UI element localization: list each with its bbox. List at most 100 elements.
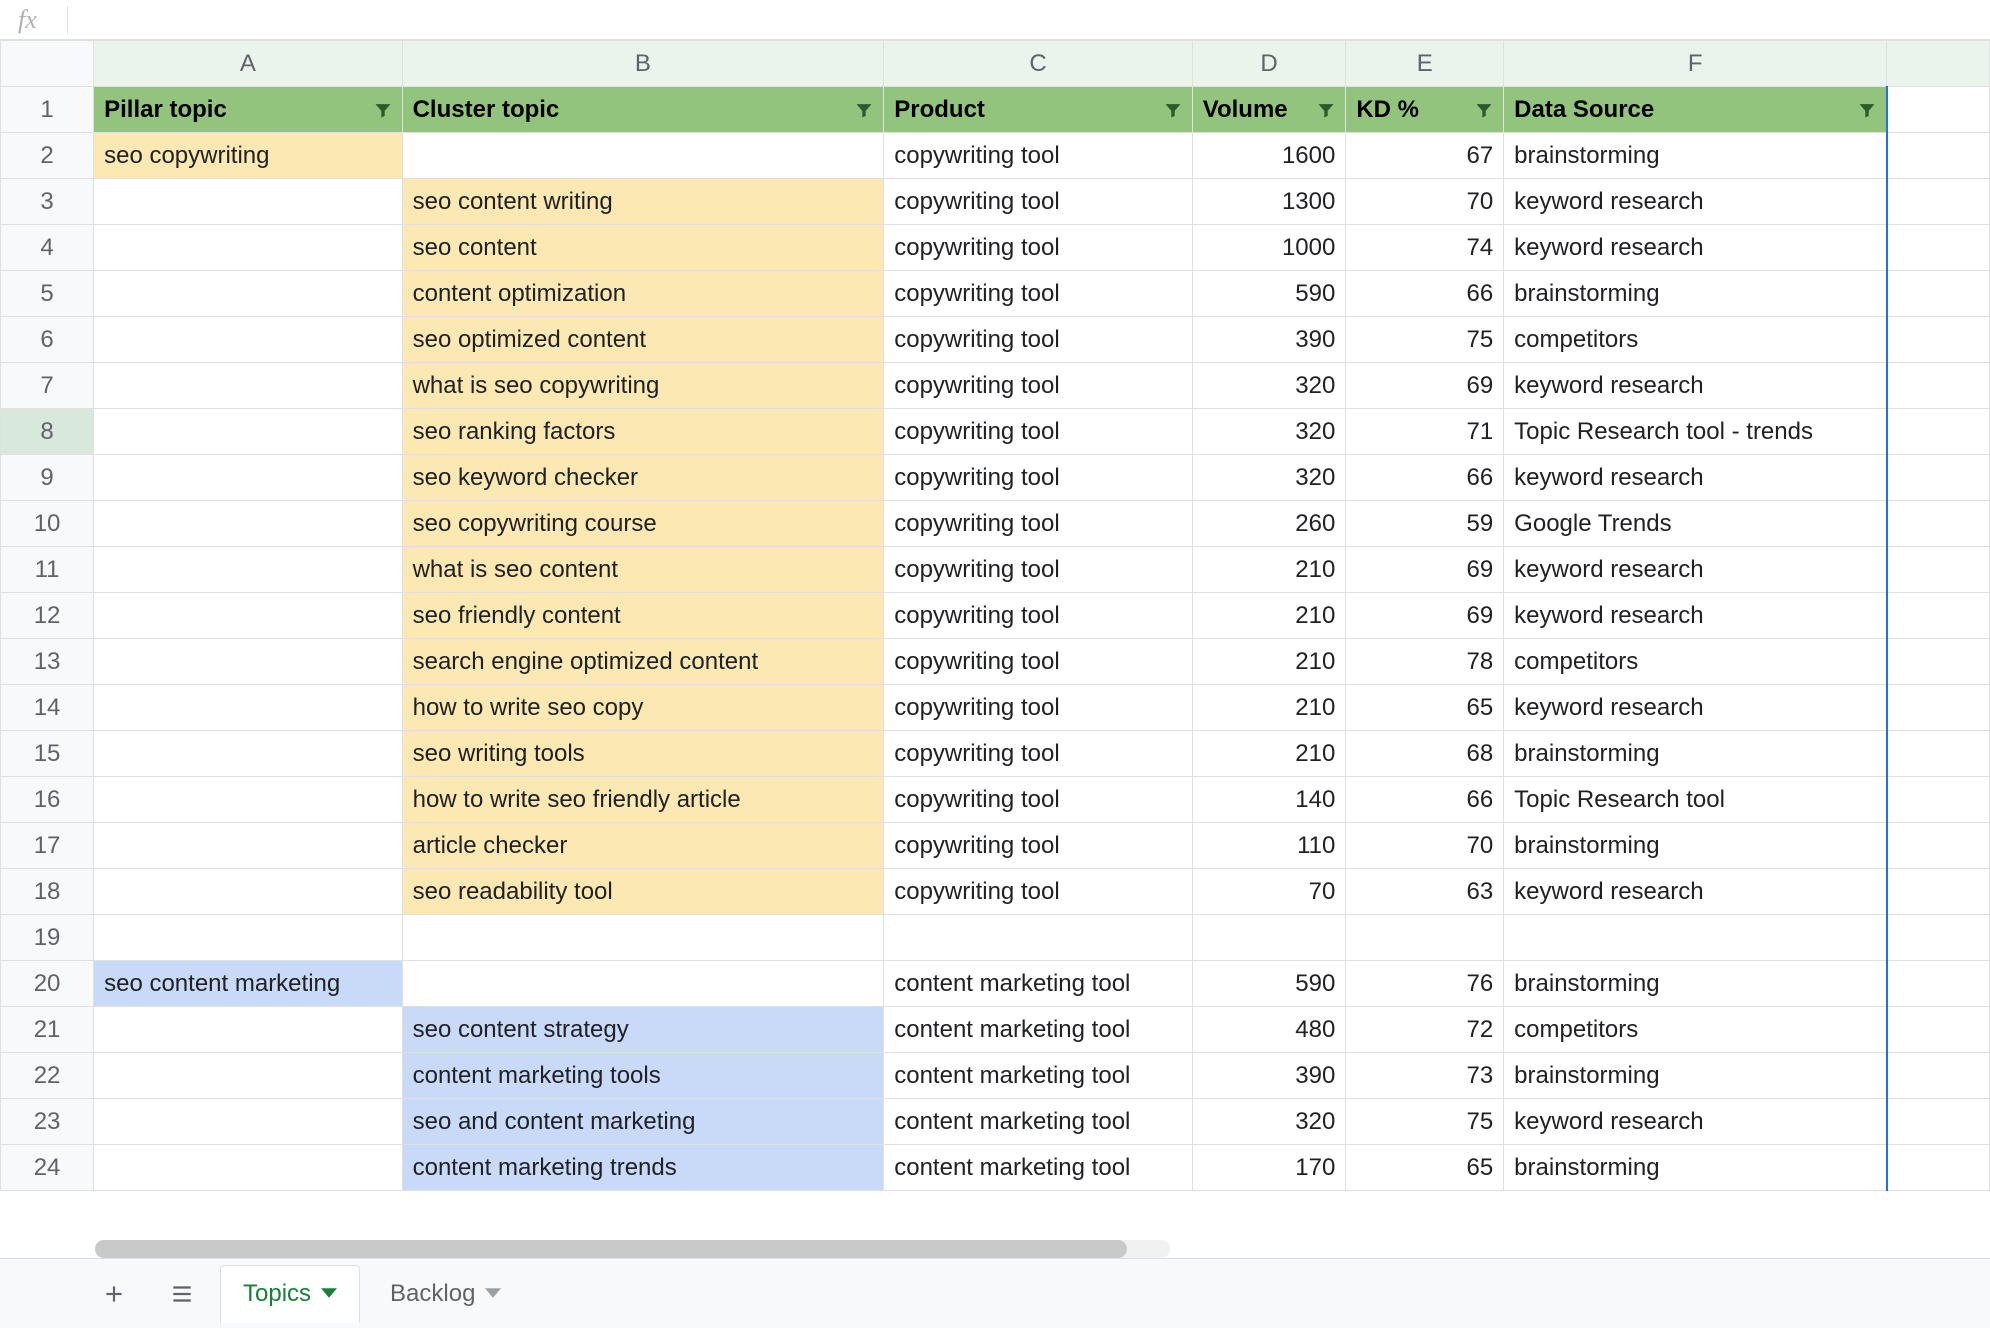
cell-C14[interactable]: copywriting tool	[884, 685, 1193, 731]
cell-E15[interactable]: 68	[1346, 731, 1504, 777]
cell-C5[interactable]: copywriting tool	[884, 271, 1193, 317]
cell-D3[interactable]: 1300	[1192, 179, 1346, 225]
tab-dropdown-icon[interactable]	[321, 1280, 337, 1308]
cell-C21[interactable]: content marketing tool	[884, 1007, 1193, 1053]
horizontal-scrollbar[interactable]	[95, 1240, 1170, 1258]
cell-F3[interactable]: keyword research	[1504, 179, 1887, 225]
cell-C15[interactable]: copywriting tool	[884, 731, 1193, 777]
cell-extra-10[interactable]	[1887, 501, 1990, 547]
cell-F8[interactable]: Topic Research tool - trends	[1504, 409, 1887, 455]
cell-extra-21[interactable]	[1887, 1007, 1990, 1053]
row-header-18[interactable]: 18	[1, 869, 94, 915]
cell-C3[interactable]: copywriting tool	[884, 179, 1193, 225]
cell-B17[interactable]: article checker	[402, 823, 884, 869]
cell-E11[interactable]: 69	[1346, 547, 1504, 593]
row-header-20[interactable]: 20	[1, 961, 94, 1007]
cell-F7[interactable]: keyword research	[1504, 363, 1887, 409]
cell-D23[interactable]: 320	[1192, 1099, 1346, 1145]
cell-C20[interactable]: content marketing tool	[884, 961, 1193, 1007]
cell-E21[interactable]: 72	[1346, 1007, 1504, 1053]
cell-E6[interactable]: 75	[1346, 317, 1504, 363]
cell-A7[interactable]	[94, 363, 403, 409]
cell-F19[interactable]	[1504, 915, 1887, 961]
cell-C24[interactable]: content marketing tool	[884, 1145, 1193, 1191]
all-sheets-button[interactable]	[160, 1272, 204, 1316]
cell-F10[interactable]: Google Trends	[1504, 501, 1887, 547]
cell-extra-8[interactable]	[1887, 409, 1990, 455]
cell-F11[interactable]: keyword research	[1504, 547, 1887, 593]
cell-extra-6[interactable]	[1887, 317, 1990, 363]
cell-C6[interactable]: copywriting tool	[884, 317, 1193, 363]
cell-D13[interactable]: 210	[1192, 639, 1346, 685]
column-header-extra[interactable]	[1887, 41, 1990, 87]
filter-icon[interactable]	[1854, 97, 1880, 123]
row-header-11[interactable]: 11	[1, 547, 94, 593]
filter-icon[interactable]	[1471, 97, 1497, 123]
cell-F2[interactable]: brainstorming	[1504, 133, 1887, 179]
cell-extra-12[interactable]	[1887, 593, 1990, 639]
header-cell-F[interactable]: Data Source	[1504, 87, 1887, 133]
cell-D7[interactable]: 320	[1192, 363, 1346, 409]
row-header-23[interactable]: 23	[1, 1099, 94, 1145]
cell-A20[interactable]: seo content marketing	[94, 961, 403, 1007]
cell-D12[interactable]: 210	[1192, 593, 1346, 639]
cell-extra-13[interactable]	[1887, 639, 1990, 685]
cell-F22[interactable]: brainstorming	[1504, 1053, 1887, 1099]
cell-D22[interactable]: 390	[1192, 1053, 1346, 1099]
select-all-corner[interactable]	[1, 41, 94, 87]
cell-F17[interactable]: brainstorming	[1504, 823, 1887, 869]
column-header-B[interactable]: B	[402, 41, 884, 87]
cell-E10[interactable]: 59	[1346, 501, 1504, 547]
column-header-D[interactable]: D	[1192, 41, 1346, 87]
cell-E20[interactable]: 76	[1346, 961, 1504, 1007]
cell-A18[interactable]	[94, 869, 403, 915]
cell-C19[interactable]	[884, 915, 1193, 961]
cell-D21[interactable]: 480	[1192, 1007, 1346, 1053]
cell-extra-15[interactable]	[1887, 731, 1990, 777]
cell-E24[interactable]: 65	[1346, 1145, 1504, 1191]
cell-E19[interactable]	[1346, 915, 1504, 961]
cell-C13[interactable]: copywriting tool	[884, 639, 1193, 685]
cell-A11[interactable]	[94, 547, 403, 593]
cell-B9[interactable]: seo keyword checker	[402, 455, 884, 501]
cell-B24[interactable]: content marketing trends	[402, 1145, 884, 1191]
row-header-10[interactable]: 10	[1, 501, 94, 547]
column-header-F[interactable]: F	[1504, 41, 1887, 87]
cell-C9[interactable]: copywriting tool	[884, 455, 1193, 501]
row-header-15[interactable]: 15	[1, 731, 94, 777]
cell-C18[interactable]: copywriting tool	[884, 869, 1193, 915]
filter-icon[interactable]	[851, 97, 877, 123]
cell-D18[interactable]: 70	[1192, 869, 1346, 915]
cell-extra-11[interactable]	[1887, 547, 1990, 593]
cell-A6[interactable]	[94, 317, 403, 363]
row-header-4[interactable]: 4	[1, 225, 94, 271]
cell-A22[interactable]	[94, 1053, 403, 1099]
cell-C23[interactable]: content marketing tool	[884, 1099, 1193, 1145]
cell-B22[interactable]: content marketing tools	[402, 1053, 884, 1099]
cell-C8[interactable]: copywriting tool	[884, 409, 1193, 455]
cell-C22[interactable]: content marketing tool	[884, 1053, 1193, 1099]
cell-F16[interactable]: Topic Research tool	[1504, 777, 1887, 823]
row-header-8[interactable]: 8	[1, 409, 94, 455]
cell-E22[interactable]: 73	[1346, 1053, 1504, 1099]
cell-A13[interactable]	[94, 639, 403, 685]
cell-A15[interactable]	[94, 731, 403, 777]
cell-extra-17[interactable]	[1887, 823, 1990, 869]
filter-icon[interactable]	[370, 97, 396, 123]
cell-A5[interactable]	[94, 271, 403, 317]
row-header-12[interactable]: 12	[1, 593, 94, 639]
header-cell-E[interactable]: KD %	[1346, 87, 1504, 133]
row-header-19[interactable]: 19	[1, 915, 94, 961]
cell-F4[interactable]: keyword research	[1504, 225, 1887, 271]
filter-icon[interactable]	[1160, 97, 1186, 123]
cell-B16[interactable]: how to write seo friendly article	[402, 777, 884, 823]
cell-extra-16[interactable]	[1887, 777, 1990, 823]
cell-E13[interactable]: 78	[1346, 639, 1504, 685]
cell-C4[interactable]: copywriting tool	[884, 225, 1193, 271]
cell-B2[interactable]	[402, 133, 884, 179]
cell-A24[interactable]	[94, 1145, 403, 1191]
cell-A19[interactable]	[94, 915, 403, 961]
cell-E3[interactable]: 70	[1346, 179, 1504, 225]
cell-F9[interactable]: keyword research	[1504, 455, 1887, 501]
cell-extra-18[interactable]	[1887, 869, 1990, 915]
